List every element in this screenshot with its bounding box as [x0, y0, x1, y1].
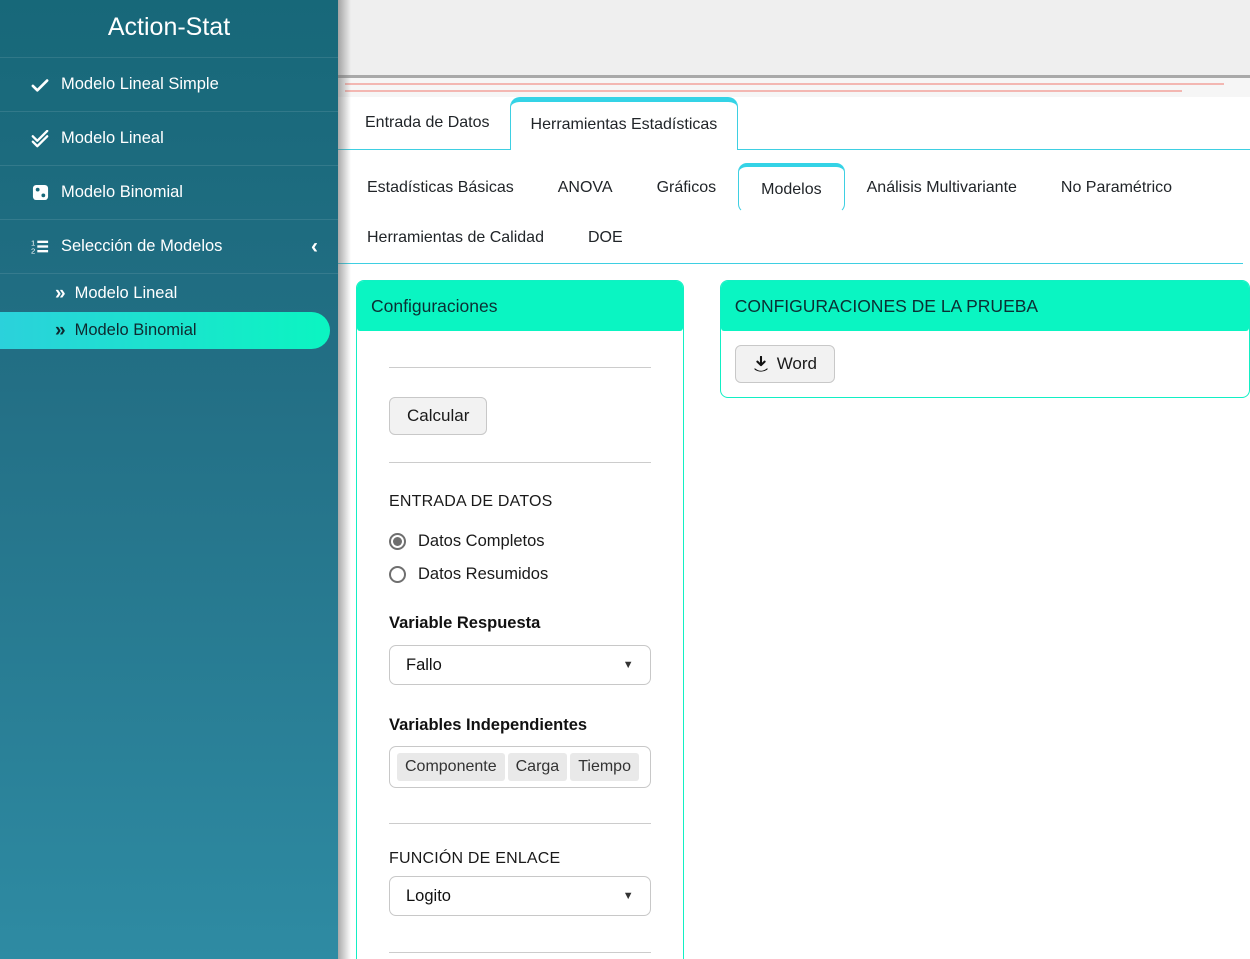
- config-panel-title: Configuraciones: [371, 295, 498, 316]
- link-function-value: Logito: [406, 886, 451, 905]
- app-root: Action-Stat Modelo Lineal Simple Modelo …: [0, 0, 1250, 959]
- calculate-button[interactable]: Calcular: [389, 397, 488, 435]
- radio-datos-resumidos[interactable]: Datos Resumidos: [389, 565, 651, 584]
- results-panel: CONFIGURACIONES DE LA PRUEBA Word: [719, 280, 1250, 398]
- top-header-bar: [338, 0, 1250, 78]
- divider: [389, 823, 651, 824]
- check-icon: [30, 76, 50, 94]
- svg-text:2: 2: [31, 247, 35, 255]
- response-variable-select[interactable]: Fallo ▼: [389, 645, 651, 685]
- pink-line: [345, 83, 1224, 85]
- angle-double-right-icon: »: [55, 320, 66, 341]
- sidebar-subitem-label: Modelo Lineal: [74, 284, 178, 302]
- tab-entrada-de-datos[interactable]: Entrada de Datos: [345, 97, 510, 149]
- angle-double-right-icon: »: [55, 283, 66, 304]
- sidebar-item-label: Modelo Lineal Simple: [61, 75, 219, 93]
- tab-analisis-multivariante[interactable]: Análisis Multivariante: [845, 163, 1039, 213]
- divider: [389, 952, 651, 953]
- sidebar-subitem-modelo-lineal[interactable]: » Modelo Lineal: [0, 275, 338, 312]
- secondary-tabbar: Estadísticas Básicas ANOVA Gráficos Mode…: [338, 163, 1243, 264]
- check-double-icon: [30, 129, 50, 148]
- download-icon: [754, 356, 768, 372]
- tab-anova[interactable]: ANOVA: [536, 163, 635, 213]
- config-panel-header: Configuraciones: [357, 281, 683, 331]
- tab-estadisticas-basicas[interactable]: Estadísticas Básicas: [345, 163, 536, 213]
- sidebar-subitem-modelo-binomial[interactable]: » Modelo Binomial: [0, 312, 330, 349]
- results-panel-header: CONFIGURACIONES DE LA PRUEBA: [720, 281, 1249, 331]
- divider: [389, 462, 651, 463]
- radio-label: Datos Completos: [418, 532, 545, 550]
- tab-no-parametrico[interactable]: No Paramétrico: [1039, 163, 1194, 213]
- response-variable-label: Variable Respuesta: [389, 614, 541, 632]
- primary-tabbar: Entrada de Datos Herramientas Estadístic…: [338, 97, 1250, 150]
- sidebar-item-seleccion-de-modelos[interactable]: 1 2 Selección de Modelos ‹: [0, 220, 338, 274]
- header-separator-zone: [338, 78, 1250, 97]
- sidebar-item-label: Selección de Modelos: [61, 237, 223, 255]
- link-function-heading: FUNCIÓN DE ENLACE: [389, 850, 561, 867]
- sidebar-item-modelo-binomial[interactable]: Modelo Binomial: [0, 166, 338, 220]
- independent-variables-label: Variables Independientes: [389, 716, 588, 734]
- collapse-chevron-icon[interactable]: ‹: [311, 236, 318, 257]
- caret-down-icon: ▼: [622, 890, 634, 902]
- list-ol-icon: 1 2: [30, 238, 50, 256]
- radio-selected-icon[interactable]: [389, 533, 406, 550]
- tab-doe[interactable]: DOE: [566, 213, 645, 263]
- sidebar-shadow: [338, 0, 351, 959]
- tab-herramientas-de-calidad[interactable]: Herramientas de Calidad: [345, 213, 566, 263]
- config-panel-body: Calcular ENTRADA DE DATOS Datos Completo…: [357, 367, 683, 953]
- link-function-select[interactable]: Logito ▼: [389, 876, 651, 916]
- results-panel-body: Word: [721, 331, 1249, 397]
- variable-tag[interactable]: Tiempo: [570, 753, 639, 781]
- sidebar-subgroup: » Modelo Lineal » Modelo Binomial: [0, 274, 338, 353]
- radio-label: Datos Resumidos: [418, 565, 549, 583]
- response-variable-value: Fallo: [406, 655, 442, 674]
- results-panel-title: CONFIGURACIONES DE LA PRUEBA: [734, 295, 1039, 316]
- divider: [389, 367, 651, 368]
- data-entry-heading: ENTRADA DE DATOS: [389, 493, 553, 510]
- sidebar-subitem-label: Modelo Binomial: [74, 321, 197, 339]
- dice-icon: [30, 184, 50, 202]
- sidebar-item-modelo-lineal[interactable]: Modelo Lineal: [0, 112, 338, 166]
- sidebar-item-label: Modelo Lineal: [61, 129, 164, 147]
- sidebar-nav: Modelo Lineal Simple Modelo Lineal Model…: [0, 57, 338, 353]
- main-content: Entrada de Datos Herramientas Estadístic…: [338, 0, 1250, 959]
- variable-tag[interactable]: Carga: [507, 753, 568, 781]
- word-button-label: Word: [776, 354, 817, 373]
- tab-herramientas-estadisticas[interactable]: Herramientas Estadísticas: [509, 97, 739, 150]
- radio-datos-completos[interactable]: Datos Completos: [389, 532, 651, 551]
- config-panel: Configuraciones Calcular ENTRADA DE DATO…: [356, 280, 684, 959]
- tab-graficos[interactable]: Gráficos: [635, 163, 739, 213]
- panels-row: Configuraciones Calcular ENTRADA DE DATO…: [338, 280, 1250, 959]
- independent-variables-input[interactable]: Componente Carga Tiempo: [389, 746, 651, 788]
- tab-modelos[interactable]: Modelos: [738, 163, 845, 213]
- pink-line: [345, 90, 1182, 92]
- caret-down-icon: ▼: [622, 659, 634, 671]
- word-export-button[interactable]: Word: [734, 345, 835, 383]
- sidebar-item-modelo-lineal-simple[interactable]: Modelo Lineal Simple: [0, 58, 338, 112]
- app-title: Action-Stat: [107, 13, 231, 41]
- sidebar-item-label: Modelo Binomial: [61, 183, 183, 201]
- radio-unselected-icon[interactable]: [389, 566, 406, 583]
- sidebar: Action-Stat Modelo Lineal Simple Modelo …: [0, 0, 338, 959]
- variable-tag[interactable]: Componente: [397, 753, 505, 781]
